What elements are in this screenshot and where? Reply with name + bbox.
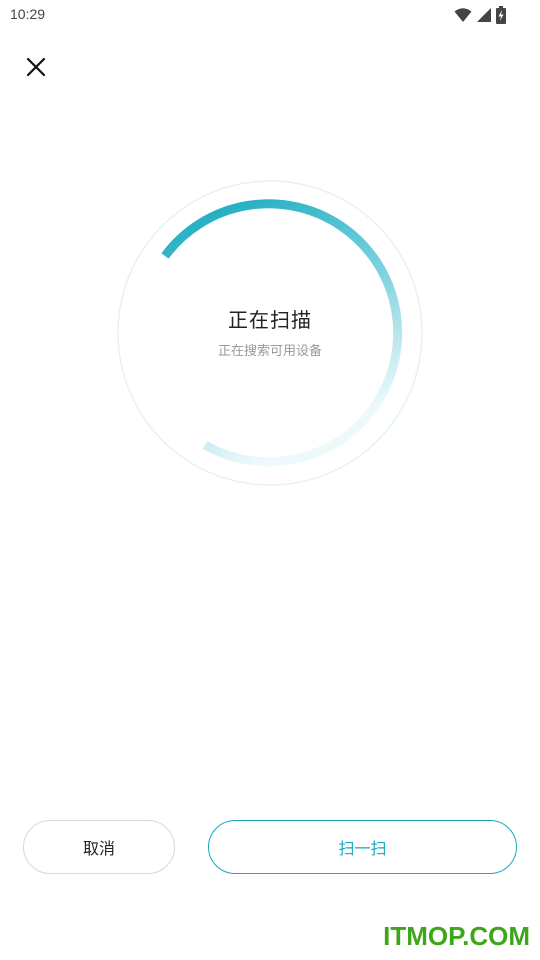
cancel-button[interactable]: 取消 [23,820,175,874]
scan-subtitle: 正在搜索可用设备 [217,344,322,359]
scan-qr-button[interactable]: 扫一扫 [208,820,517,874]
status-bar: 10:29 [0,0,540,32]
watermark: ITMOP.COM [383,921,530,951]
close-button[interactable] [20,51,52,83]
battery-charging-icon [496,6,506,24]
status-time: 10:29 [10,6,46,22]
scan-ring-graphic [117,180,423,486]
signal-icon [477,8,491,22]
scan-progress-ring: 正在扫描 正在搜索可用设备 [115,178,425,488]
scan-title: 正在扫描 [228,308,312,332]
close-icon [26,57,46,77]
wifi-icon [454,8,472,22]
scan-screen: 10:29 正在扫描 正在搜索可用设备 取消 扫一扫 ITMOP.COM [0,0,540,960]
status-icons [454,5,506,25]
